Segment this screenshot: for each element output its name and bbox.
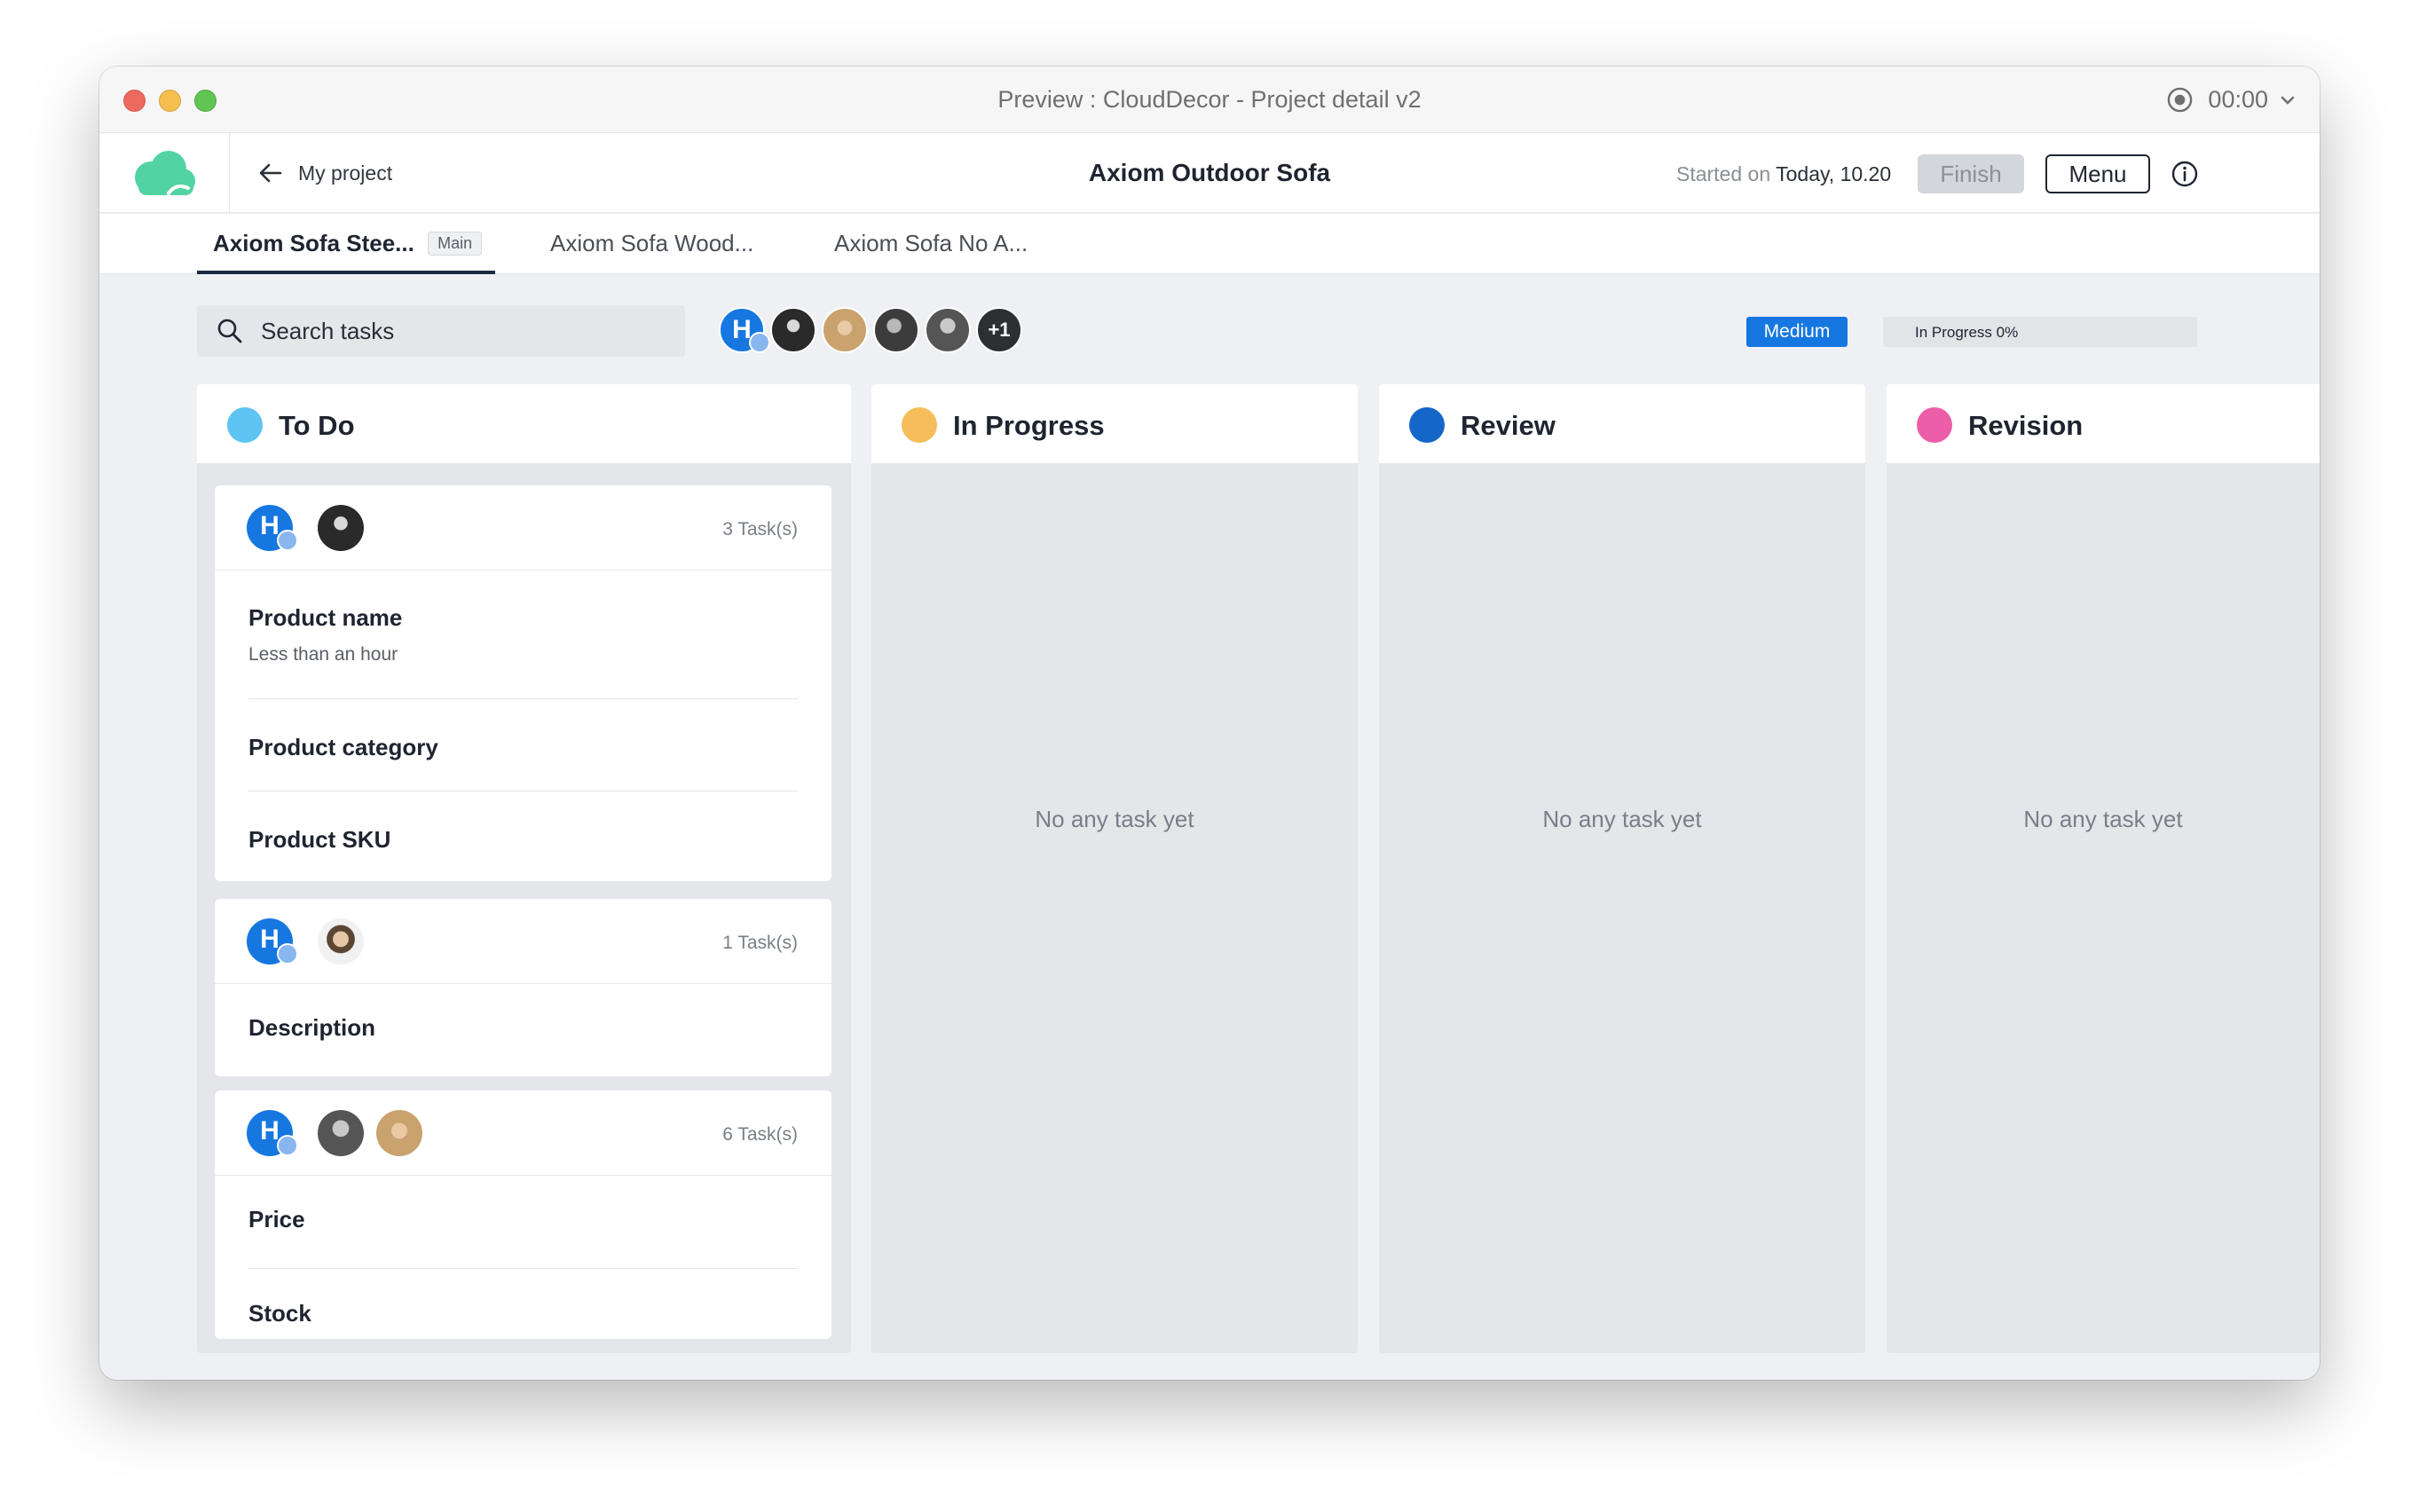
task-group-card[interactable]: H 1 Task(s) Description — [215, 899, 831, 1076]
menu-button[interactable]: Menu — [2045, 154, 2150, 193]
search-input[interactable] — [261, 305, 669, 357]
empty-state: No any task yet — [2023, 806, 2183, 832]
priority-badge: Medium — [1746, 317, 1848, 347]
task-title: Product SKU — [248, 826, 391, 853]
status-dot-revision — [1917, 407, 1952, 443]
avatar[interactable] — [770, 307, 816, 353]
app-window: Preview : CloudDecor - Project detail v2… — [99, 67, 2320, 1380]
record-icon[interactable] — [2166, 86, 2194, 114]
task-group-card[interactable]: H 3 Task(s) Product name Less than an ho… — [215, 485, 831, 881]
task-item[interactable]: Product category — [248, 734, 798, 761]
task-item[interactable]: Stock — [248, 1300, 798, 1327]
column-header: Revision — [1887, 384, 2320, 464]
search-box[interactable] — [197, 305, 685, 357]
task-item[interactable]: Price — [248, 1206, 798, 1233]
column-header: To Do — [197, 384, 851, 464]
status-dot-to-do — [227, 407, 263, 443]
title-bar: Preview : CloudDecor - Project detail v2… — [99, 67, 2320, 133]
app-header: My project Axiom Outdoor Sofa Started on… — [99, 133, 2320, 213]
main-badge: Main — [428, 232, 483, 256]
tab-axiom-sofa-no-arm[interactable]: Axiom Sofa No A... — [834, 230, 1028, 257]
more-avatars-count[interactable]: +1 — [976, 307, 1022, 353]
column-revision: Revision No any task yet — [1887, 384, 2320, 1353]
tab-axiom-sofa-wood[interactable]: Axiom Sofa Wood... — [550, 230, 753, 257]
group-badge-icon — [749, 332, 770, 353]
task-title: Price — [248, 1206, 305, 1232]
task-count: 6 Task(s) — [722, 1124, 798, 1145]
active-tab-indicator — [197, 271, 495, 274]
column-in-progress: In Progress No any task yet — [871, 384, 1358, 1353]
task-group-card[interactable]: H 6 Task(s) Price Stock — [215, 1091, 831, 1339]
card-header: H 3 Task(s) — [215, 485, 831, 571]
progress-label: In Progress 0% — [1915, 324, 2019, 341]
tab-axiom-sofa-steel[interactable]: Axiom Sofa Stee... Main — [213, 230, 483, 257]
task-title: Product category — [248, 734, 438, 760]
avatar[interactable] — [873, 307, 919, 353]
task-title: Description — [248, 1014, 376, 1041]
avatar[interactable] — [822, 307, 868, 353]
avatar[interactable] — [318, 1110, 364, 1156]
variant-tabs: Axiom Sofa Stee... Main Axiom Sofa Wood.… — [99, 214, 2320, 274]
progress-bar: In Progress 0% — [1883, 317, 2197, 347]
started-value: Today, 10.20 — [1776, 162, 1892, 185]
task-subtitle: Less than an hour — [248, 644, 398, 665]
empty-state: No any task yet — [1035, 806, 1194, 832]
divider — [248, 1268, 798, 1269]
status-dot-review — [1409, 407, 1445, 443]
info-icon[interactable] — [2171, 160, 2199, 188]
status-dot-in-progress — [902, 407, 937, 443]
card-header: H 6 Task(s) — [215, 1091, 831, 1176]
timer-display: 00:00 — [2208, 86, 2268, 113]
tab-label: Axiom Sofa Stee... — [213, 230, 414, 256]
task-title: Product name — [248, 604, 403, 631]
column-title: Review — [1461, 410, 1556, 441]
avatar[interactable] — [318, 918, 364, 965]
column-header: In Progress — [871, 384, 1358, 464]
finish-button[interactable]: Finish — [1918, 154, 2024, 193]
started-label: Started on — [1676, 162, 1771, 185]
group-badge-icon — [277, 943, 298, 965]
column-title: To Do — [279, 410, 355, 441]
task-count: 1 Task(s) — [722, 933, 798, 953]
task-title: Stock — [248, 1300, 311, 1327]
task-item[interactable]: Description — [248, 1014, 798, 1042]
task-item[interactable]: Product name Less than an hour — [248, 604, 798, 665]
group-badge-icon — [277, 1135, 298, 1156]
search-icon — [217, 319, 242, 343]
column-review: Review No any task yet — [1379, 384, 1865, 1353]
avatar[interactable] — [376, 1110, 422, 1156]
column-title: Revision — [1968, 410, 2084, 441]
task-count: 3 Task(s) — [722, 519, 798, 539]
task-item[interactable]: Product SKU — [248, 826, 798, 854]
group-badge-icon — [277, 530, 298, 551]
divider — [248, 698, 798, 699]
column-header: Review — [1379, 384, 1865, 464]
column-to-do: To Do H 3 Task(s) Product name Less than… — [197, 384, 851, 1353]
window-title: Preview : CloudDecor - Project detail v2 — [997, 86, 1422, 113]
chevron-down-icon[interactable] — [2279, 91, 2297, 109]
started-info: Started on Today, 10.20 — [1676, 162, 1891, 186]
avatar[interactable] — [318, 505, 364, 551]
column-title: In Progress — [953, 410, 1105, 441]
card-header: H 1 Task(s) — [215, 899, 831, 984]
empty-state: No any task yet — [1542, 806, 1702, 832]
avatar[interactable] — [925, 307, 971, 353]
